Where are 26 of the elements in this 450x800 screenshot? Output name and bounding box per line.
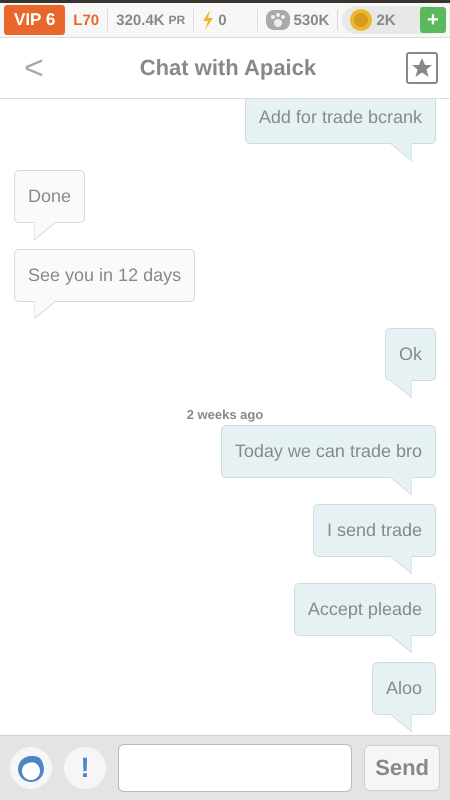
timestamp: 2 weeks ago bbox=[186, 407, 264, 422]
power-value: 320.4K bbox=[116, 12, 165, 28]
send-button[interactable]: Send bbox=[364, 745, 440, 791]
add-button[interactable]: + bbox=[420, 7, 446, 33]
coin-icon bbox=[350, 9, 372, 31]
speech-tail-icon bbox=[390, 714, 412, 732]
paw-icon bbox=[266, 10, 290, 30]
speech-tail-icon bbox=[34, 301, 56, 319]
speech-tail-icon bbox=[390, 380, 412, 398]
vip-badge: VIP 6 bbox=[4, 5, 66, 35]
report-button[interactable]: ! bbox=[64, 747, 106, 789]
lightning-icon bbox=[202, 10, 214, 30]
chat-title: Chat with Apaick bbox=[140, 55, 316, 81]
food-value: 530K bbox=[294, 12, 330, 28]
level-label: L70 bbox=[72, 12, 100, 28]
speech-tail-icon bbox=[390, 556, 412, 574]
power-unit: PR bbox=[168, 13, 186, 27]
avatar-button[interactable] bbox=[10, 747, 52, 789]
back-button[interactable]: < bbox=[18, 48, 50, 88]
energy-value: 0 bbox=[218, 12, 227, 28]
speech-tail-icon bbox=[34, 222, 56, 240]
speech-tail-icon bbox=[390, 477, 412, 495]
coin-count: 2K bbox=[376, 12, 396, 28]
speech-tail-icon bbox=[390, 143, 412, 161]
message-input[interactable] bbox=[118, 744, 352, 792]
speech-tail-icon bbox=[390, 635, 412, 653]
